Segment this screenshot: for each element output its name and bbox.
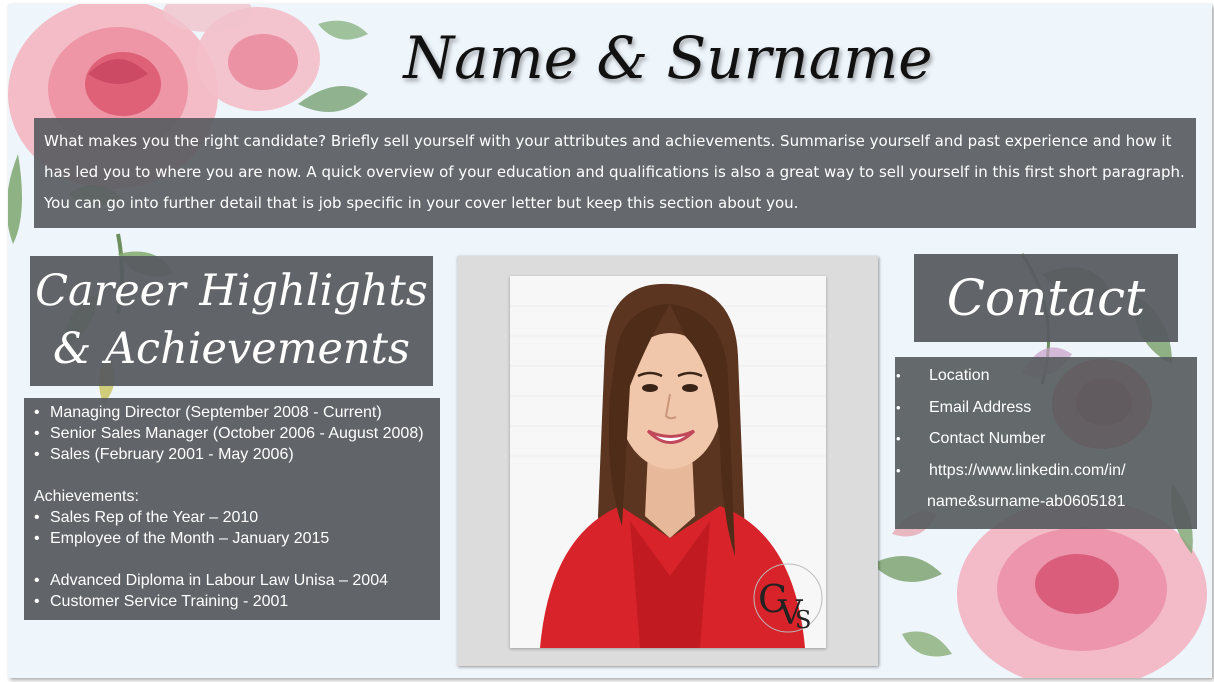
list-item: Customer Service Training - 2001 — [34, 591, 430, 612]
positions-list: Managing Director (September 2008 - Curr… — [34, 402, 430, 465]
list-item: Managing Director (September 2008 - Curr… — [34, 402, 430, 423]
achievements-list: Sales Rep of the Year – 2010 Employee of… — [34, 507, 430, 549]
resume-slide: Name & Surname What makes you the right … — [8, 4, 1212, 678]
education-list: Advanced Diploma in Labour Law Unisa – 2… — [34, 570, 430, 612]
career-highlights-heading: Career Highlights & Achievements — [30, 256, 433, 386]
list-item: Sales Rep of the Year – 2010 — [34, 507, 430, 528]
list-item: Senior Sales Manager (October 2006 - Aug… — [34, 423, 430, 444]
contact-location: Location — [896, 360, 1197, 392]
career-highlights-panel: Managing Director (September 2008 - Curr… — [24, 398, 440, 620]
list-item: Employee of the Month – January 2015 — [34, 528, 430, 549]
contact-heading: Contact — [914, 254, 1178, 342]
list-item: Advanced Diploma in Labour Law Unisa – 2… — [34, 570, 430, 591]
profile-photo: C V S — [510, 276, 826, 648]
career-heading-line2: & Achievements — [53, 324, 410, 374]
contact-linkedin-link[interactable]: https://www.linkedin.com/in/ — [896, 455, 1197, 487]
list-item: Sales (February 2001 - May 2006) — [34, 444, 430, 465]
photo-frame: C V S — [457, 256, 878, 666]
contact-number: Contact Number — [896, 423, 1197, 455]
contact-linkedin-link-continued[interactable]: name&surname-ab0605181 — [927, 486, 1197, 518]
svg-text:S: S — [795, 606, 811, 634]
achievements-label: Achievements: — [34, 488, 139, 505]
portrait-illustration: C V S — [510, 276, 826, 648]
contact-email: Email Address — [896, 392, 1197, 424]
career-heading-line1: Career Highlights — [35, 266, 428, 316]
contact-panel: Location Email Address Contact Number ht… — [895, 357, 1197, 529]
profile-summary: What makes you the right candidate? Brie… — [34, 118, 1196, 228]
candidate-name-title: Name & Surname — [403, 24, 933, 92]
